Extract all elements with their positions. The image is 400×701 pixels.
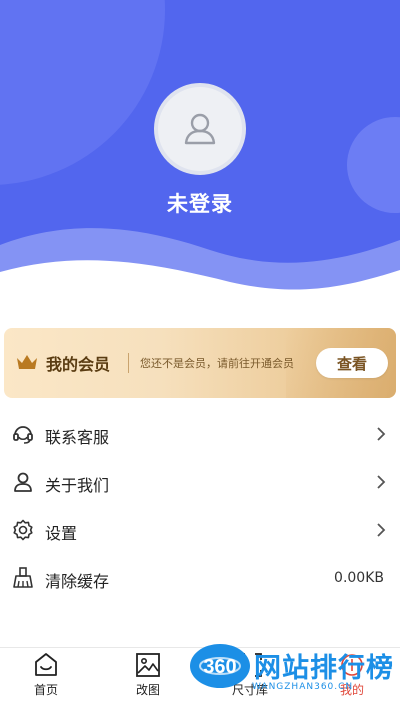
chevron-right-icon bbox=[377, 427, 386, 441]
crown-icon bbox=[17, 355, 37, 369]
login-status[interactable]: 未登录 bbox=[0, 188, 400, 218]
image-icon bbox=[136, 653, 160, 677]
watermark: 360 网站排行榜 WANGZHAN360.CN bbox=[190, 636, 400, 700]
watermark-badge-icon: 360 bbox=[190, 644, 250, 688]
menu-item-label: 关于我们 bbox=[45, 476, 110, 495]
tab-edit-image[interactable]: 改图 bbox=[118, 652, 178, 700]
cache-size-value: 0.00KB bbox=[334, 570, 384, 586]
chevron-right-icon bbox=[377, 475, 386, 489]
settings-menu: 联系客服 关于我们 设置 清除缓存 0.00KB bbox=[0, 410, 400, 602]
menu-item-label: 联系客服 bbox=[45, 428, 110, 447]
headset-icon bbox=[13, 426, 33, 444]
user-placeholder-icon bbox=[184, 113, 216, 145]
view-membership-button[interactable]: 查看 bbox=[316, 348, 388, 378]
banner-divider bbox=[128, 353, 129, 373]
membership-description: 您还不是会员，请前往开通会员 bbox=[140, 357, 294, 370]
membership-banner[interactable]: 我的会员 您还不是会员，请前往开通会员 查看 bbox=[4, 328, 396, 398]
tab-home[interactable]: 首页 bbox=[16, 652, 76, 700]
person-icon bbox=[14, 472, 32, 492]
tab-label: 首页 bbox=[33, 683, 58, 697]
home-icon bbox=[35, 653, 57, 676]
menu-item-clear-cache[interactable]: 清除缓存 0.00KB bbox=[0, 554, 400, 602]
membership-title: 我的会员 bbox=[46, 355, 111, 374]
menu-item-contact-service[interactable]: 联系客服 bbox=[0, 410, 400, 458]
menu-item-settings[interactable]: 设置 bbox=[0, 506, 400, 554]
menu-item-label: 清除缓存 bbox=[45, 572, 110, 591]
gear-icon bbox=[13, 519, 33, 541]
tab-label: 改图 bbox=[135, 683, 160, 697]
menu-item-label: 设置 bbox=[45, 524, 78, 543]
broom-icon bbox=[13, 567, 33, 588]
watermark-subtext: WANGZHAN360.CN bbox=[252, 682, 354, 692]
profile-header: 未登录 bbox=[0, 0, 400, 310]
watermark-text: 网站排行榜 bbox=[254, 653, 394, 684]
avatar[interactable] bbox=[154, 83, 246, 175]
watermark-badge-text: 360 bbox=[203, 656, 236, 678]
chevron-right-icon bbox=[377, 523, 386, 537]
menu-item-about-us[interactable]: 关于我们 bbox=[0, 458, 400, 506]
